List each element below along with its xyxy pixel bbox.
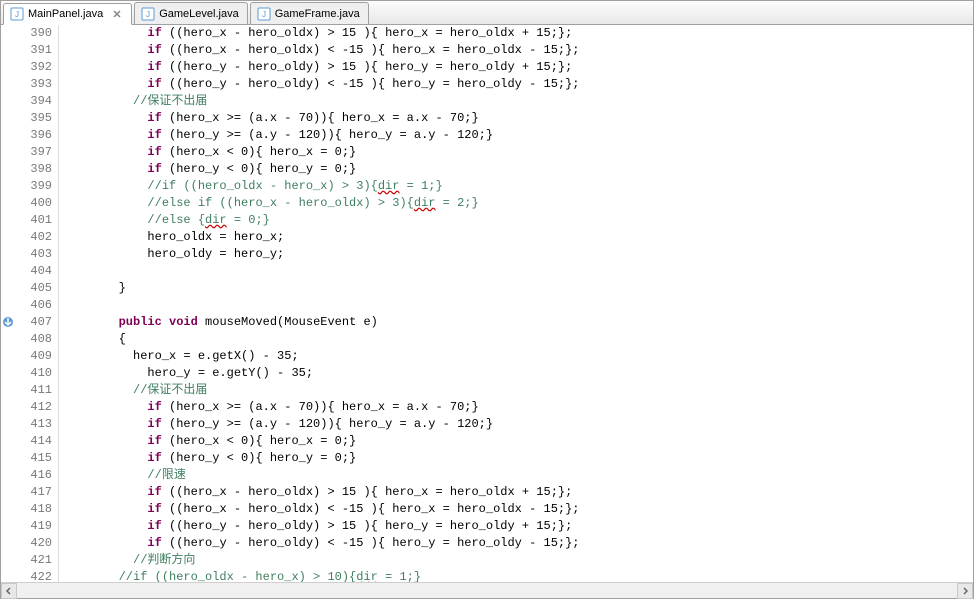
- marker-column: [1, 25, 19, 582]
- tab-mainpanel[interactable]: J MainPanel.java: [3, 3, 132, 25]
- code-line[interactable]: if ((hero_y - hero_oldy) > 15 ){ hero_y …: [61, 59, 973, 76]
- code-line[interactable]: hero_y = e.getY() - 35;: [61, 365, 973, 382]
- code-line[interactable]: if (hero_y >= (a.y - 120)){ hero_y = a.y…: [61, 416, 973, 433]
- code-line[interactable]: if ((hero_y - hero_oldy) < -15 ){ hero_y…: [61, 535, 973, 552]
- code-line[interactable]: //if ((hero_oldx - hero_x) > 3){dir = 1;…: [61, 178, 973, 195]
- code-line[interactable]: [61, 297, 973, 314]
- line-number: 396: [19, 127, 52, 144]
- code-line[interactable]: if (hero_x < 0){ hero_x = 0;}: [61, 144, 973, 161]
- line-number: 421: [19, 552, 52, 569]
- line-number: 391: [19, 42, 52, 59]
- svg-text:J: J: [146, 10, 150, 19]
- tab-label: MainPanel.java: [28, 8, 103, 20]
- code-line[interactable]: //if ((hero_oldx - hero_x) > 10){dir = 1…: [61, 569, 973, 582]
- code-line[interactable]: //保证不出届: [61, 382, 973, 399]
- code-line[interactable]: hero_x = e.getX() - 35;: [61, 348, 973, 365]
- tab-gameframe[interactable]: J GameFrame.java: [250, 2, 369, 24]
- line-number: 390: [19, 25, 52, 42]
- line-number: 418: [19, 501, 52, 518]
- scroll-left-button[interactable]: [1, 583, 17, 599]
- code-line[interactable]: hero_oldx = hero_x;: [61, 229, 973, 246]
- line-number: 399: [19, 178, 52, 195]
- code-line[interactable]: [61, 263, 973, 280]
- code-line[interactable]: if (hero_x < 0){ hero_x = 0;}: [61, 433, 973, 450]
- line-number: 405: [19, 280, 52, 297]
- code-line[interactable]: if (hero_x >= (a.x - 70)){ hero_x = a.x …: [61, 110, 973, 127]
- code-line[interactable]: if ((hero_x - hero_oldx) > 15 ){ hero_x …: [61, 484, 973, 501]
- line-number: 420: [19, 535, 52, 552]
- line-number: 404: [19, 263, 52, 280]
- code-line[interactable]: //else {dir = 0;}: [61, 212, 973, 229]
- line-number: 412: [19, 399, 52, 416]
- line-number: 411: [19, 382, 52, 399]
- line-number: 419: [19, 518, 52, 535]
- code-line[interactable]: if ((hero_x - hero_oldx) > 15 ){ hero_x …: [61, 25, 973, 42]
- line-number: 416: [19, 467, 52, 484]
- line-number: 402: [19, 229, 52, 246]
- override-marker-icon[interactable]: [3, 317, 13, 327]
- line-number: 408: [19, 331, 52, 348]
- line-number: 395: [19, 110, 52, 127]
- java-file-icon: J: [141, 7, 155, 21]
- code-line[interactable]: if (hero_x >= (a.x - 70)){ hero_x = a.x …: [61, 399, 973, 416]
- code-line[interactable]: //else if ((hero_x - hero_oldx) > 3){dir…: [61, 195, 973, 212]
- code-line[interactable]: if (hero_y < 0){ hero_y = 0;}: [61, 161, 973, 178]
- line-number: 392: [19, 59, 52, 76]
- line-number: 413: [19, 416, 52, 433]
- code-line[interactable]: }: [61, 280, 973, 297]
- tab-label: GameFrame.java: [275, 8, 360, 20]
- editor-tabbar: J MainPanel.java J GameLevel.java J GameFrame…: [1, 1, 973, 25]
- code-line[interactable]: if ((hero_x - hero_oldx) < -15 ){ hero_x…: [61, 501, 973, 518]
- java-file-icon: J: [257, 7, 271, 21]
- line-number: 417: [19, 484, 52, 501]
- scroll-right-button[interactable]: [957, 583, 973, 599]
- code-line[interactable]: hero_oldy = hero_y;: [61, 246, 973, 263]
- code-line[interactable]: {: [61, 331, 973, 348]
- line-number: 400: [19, 195, 52, 212]
- svg-text:J: J: [262, 10, 266, 19]
- code-line[interactable]: if ((hero_y - hero_oldy) > 15 ){ hero_y …: [61, 518, 973, 535]
- line-number-gutter: 3903913923933943953963973983994004014024…: [19, 25, 59, 582]
- java-file-icon: J: [10, 7, 24, 21]
- code-line[interactable]: if (hero_y >= (a.y - 120)){ hero_y = a.y…: [61, 127, 973, 144]
- code-view[interactable]: if ((hero_x - hero_oldx) > 15 ){ hero_x …: [59, 25, 973, 582]
- horizontal-scrollbar[interactable]: [1, 582, 973, 598]
- line-number: 394: [19, 93, 52, 110]
- line-number: 407: [19, 314, 52, 331]
- code-line[interactable]: if ((hero_x - hero_oldx) < -15 ){ hero_x…: [61, 42, 973, 59]
- line-number: 397: [19, 144, 52, 161]
- line-number: 409: [19, 348, 52, 365]
- code-line[interactable]: //限速: [61, 467, 973, 484]
- code-line[interactable]: //判断方向: [61, 552, 973, 569]
- code-line[interactable]: if ((hero_y - hero_oldy) < -15 ){ hero_y…: [61, 76, 973, 93]
- tab-gamelevel[interactable]: J GameLevel.java: [134, 2, 248, 24]
- line-number: 401: [19, 212, 52, 229]
- svg-text:J: J: [15, 10, 19, 19]
- line-number: 398: [19, 161, 52, 178]
- code-line[interactable]: //保证不出届: [61, 93, 973, 110]
- line-number: 410: [19, 365, 52, 382]
- line-number: 406: [19, 297, 52, 314]
- close-icon[interactable]: [111, 8, 123, 20]
- line-number: 415: [19, 450, 52, 467]
- line-number: 403: [19, 246, 52, 263]
- line-number: 422: [19, 569, 52, 582]
- editor-area: 3903913923933943953963973983994004014024…: [1, 25, 973, 582]
- code-line[interactable]: public void mouseMoved(MouseEvent e): [61, 314, 973, 331]
- line-number: 393: [19, 76, 52, 93]
- line-number: 414: [19, 433, 52, 450]
- code-line[interactable]: if (hero_y < 0){ hero_y = 0;}: [61, 450, 973, 467]
- tab-label: GameLevel.java: [159, 8, 239, 20]
